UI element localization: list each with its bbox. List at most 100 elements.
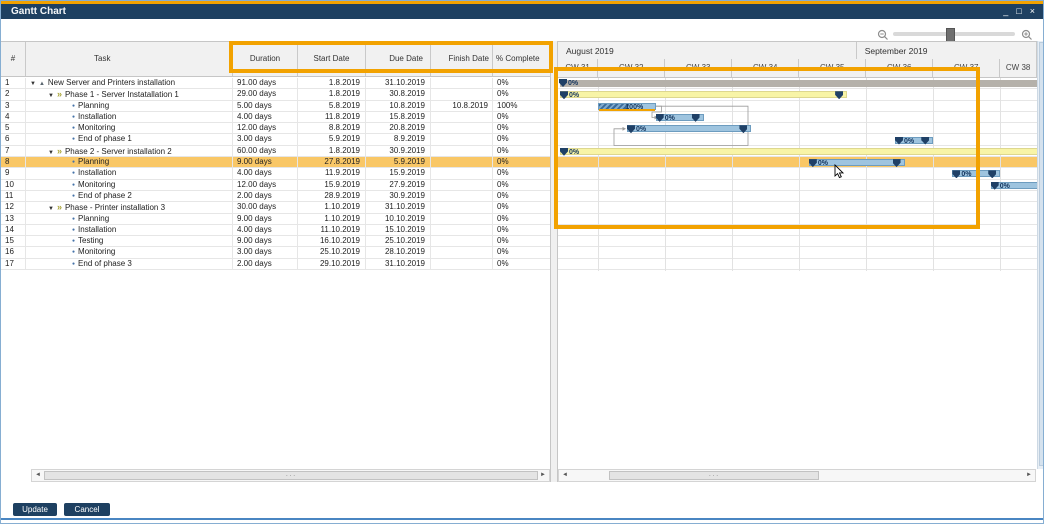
scroll-right-icon[interactable]: ► [1024, 470, 1034, 481]
gantt-bar-phase[interactable]: 0% [560, 91, 848, 100]
row-number: 1 [1, 78, 26, 89]
due-date-cell: 5.9.2019 [366, 157, 431, 168]
row-number: 17 [1, 258, 26, 270]
row-number: 9 [1, 168, 26, 179]
table-row[interactable]: 7 ▼» Phase 2 - Server installation 2 60.00 … [1, 145, 550, 158]
table-row[interactable]: 13 ● Planning 9.00 days 1.10.2019 10.10.2019 0… [1, 213, 550, 225]
expander-icon[interactable]: ▼ [48, 206, 54, 212]
finish-date-cell [431, 78, 493, 89]
table-row[interactable]: 12 ▼» Phase - Printer installation 3 30.00 … [1, 202, 550, 214]
table-row[interactable]: 5 ● Monitoring 12.00 days 8.8.2019 20.8.2019 0… [1, 123, 550, 135]
table-row[interactable]: 17 ● End of phase 3 2.00 days 29.10.2019 31.1… [1, 258, 550, 271]
percent-cell: 0% [497, 111, 509, 121]
table-horizontal-scrollbar[interactable]: ◄ ··· ► [31, 469, 550, 482]
column-header-percent-complete: % Complete [496, 54, 540, 63]
table-row[interactable]: 9 ● Installation 4.00 days 11.9.2019 15.9.201… [1, 168, 550, 180]
duration-cell: 2.00 days [233, 258, 298, 270]
table-row[interactable]: 16 ● Monitoring 3.00 days 25.10.2019 28.10.20… [1, 247, 550, 259]
percent-cell: 0% [497, 134, 509, 144]
minimize-icon[interactable]: _ [1003, 4, 1008, 19]
table-row[interactable]: 11 ● End of phase 2 2.00 days 28.9.2019 30.9.… [1, 190, 550, 203]
chart-scrollbar-thumb[interactable]: ··· [609, 471, 819, 480]
duration-cell: 60.00 days [233, 145, 298, 157]
gantt-bar-phase[interactable]: 0% [560, 147, 1037, 156]
bar-percent-label: 0% [903, 137, 915, 145]
vertical-scrollbar[interactable] [1037, 41, 1043, 469]
bar-percent-label: 0% [569, 92, 580, 100]
finish-date-cell [431, 134, 493, 145]
duration-cell: 9.00 days [233, 213, 298, 224]
gantt-bar-task[interactable]: 0% [655, 113, 704, 122]
update-button[interactable]: Update [13, 503, 57, 516]
expander-icon[interactable]: ▼ [30, 81, 36, 87]
gantt-bar-task[interactable]: 0% [626, 125, 752, 134]
start-milestone-icon [626, 125, 635, 134]
due-milestone-icon [691, 113, 700, 122]
gantt-bar-summary[interactable]: 0% [559, 79, 1037, 87]
scroll-left-icon[interactable]: ◄ [33, 470, 43, 481]
vertical-scrollbar-thumb[interactable] [1039, 42, 1043, 466]
table-row[interactable]: 10 ● Monitoring 12.00 days 15.9.2019 27.9.201… [1, 179, 550, 191]
gantt-bar-task[interactable]: 0% [894, 136, 934, 145]
expander-icon[interactable]: ▼ [48, 150, 54, 156]
table-row[interactable]: 2 ▼» Phase 1 - Server Instatallation 1 29.0… [1, 89, 550, 101]
percent-cell: 0% [497, 202, 509, 212]
start-date-cell: 15.9.2019 [298, 179, 366, 190]
percent-cell: 0% [497, 213, 509, 223]
maximize-icon[interactable]: □ [1016, 4, 1021, 19]
cancel-button[interactable]: Cancel [64, 503, 110, 516]
task-cell: ● Planning [26, 213, 233, 224]
task-bullet-icon: ● [72, 181, 76, 188]
finish-date-cell [431, 224, 493, 236]
finish-date-cell [431, 157, 493, 168]
zoom-slider-thumb[interactable] [946, 28, 955, 42]
percent-cell: 0% [497, 89, 509, 99]
scrollbar-grip-icon: ··· [708, 471, 720, 480]
table-row[interactable]: 3 ● Planning 5.00 days 5.8.2019 10.8.2019 10.8… [1, 100, 550, 112]
table-scrollbar-thumb[interactable]: ··· [44, 471, 538, 480]
scroll-left-icon[interactable]: ◄ [560, 470, 570, 481]
bar-percent-label: 0% [961, 171, 972, 179]
due-date-cell: 27.9.2019 [366, 179, 431, 190]
percent-cell: 0% [497, 190, 509, 200]
scroll-right-icon[interactable]: ► [538, 470, 548, 481]
gantt-chart-pane: August 2019 September 2019 CW 31 CW 32 CW 3… [558, 41, 1037, 468]
close-icon[interactable]: × [1030, 4, 1035, 19]
duration-cell: 12.00 days [233, 179, 298, 190]
chart-horizontal-scrollbar[interactable]: ◄ ··· ► [558, 469, 1036, 482]
table-row[interactable]: 4 ● Installation 4.00 days 11.8.2019 15.8.201… [1, 111, 550, 124]
row-number: 5 [1, 123, 26, 134]
chart-month-header: August 2019 September 2019 [558, 41, 1037, 60]
task-bullet-icon: ● [72, 260, 76, 267]
gantt-bar-task[interactable]: 0% [990, 181, 1037, 190]
task-bullet-icon: ● [72, 113, 76, 120]
finish-date-cell [431, 190, 493, 202]
expander-icon[interactable]: ▼ [48, 93, 54, 99]
start-date-cell: 11.10.2019 [298, 224, 366, 236]
due-date-cell: 30.8.2019 [366, 89, 431, 100]
month-label: August 2019 [558, 42, 857, 60]
pane-splitter[interactable] [550, 41, 558, 482]
due-date-cell: 8.9.2019 [366, 134, 431, 145]
task-name: Phase 1 - Server Instatallation 1 [64, 90, 179, 100]
gantt-bar-task[interactable]: 100% [598, 102, 656, 111]
column-header-finish-date: Finish Date [431, 42, 493, 76]
zoom-slider-track[interactable] [893, 28, 1015, 42]
table-row[interactable]: 6 ● End of phase 1 3.00 days 5.9.2019 8.9.201… [1, 134, 550, 146]
table-row[interactable]: 1 ▼ ▲ New Server and Printers installation 9… [1, 78, 550, 90]
duration-cell: 30.00 days [233, 202, 298, 213]
table-row[interactable]: 14 ● Installation 4.00 days 11.10.2019 15.10.… [1, 224, 550, 237]
duration-cell: 4.00 days [233, 111, 298, 123]
table-row[interactable]: 8 ● Planning 9.00 days 27.8.2019 5.9.2019 0% [1, 157, 550, 169]
start-date-cell: 5.9.2019 [298, 134, 366, 145]
table-row[interactable]: 15 ● Testing 9.00 days 16.10.2019 25.10.2019 0… [1, 236, 550, 248]
gantt-bar-task[interactable]: 0% [952, 170, 1001, 179]
due-milestone-icon [739, 125, 748, 134]
task-name: Installation [78, 111, 117, 121]
gantt-bar-task[interactable]: 0% [808, 159, 905, 168]
task-name: Monitoring [78, 179, 116, 189]
start-milestone-icon [559, 79, 567, 87]
percent-cell: 0% [497, 168, 509, 178]
due-date-cell: 10.8.2019 [366, 100, 431, 111]
task-name: Installation [78, 168, 117, 178]
